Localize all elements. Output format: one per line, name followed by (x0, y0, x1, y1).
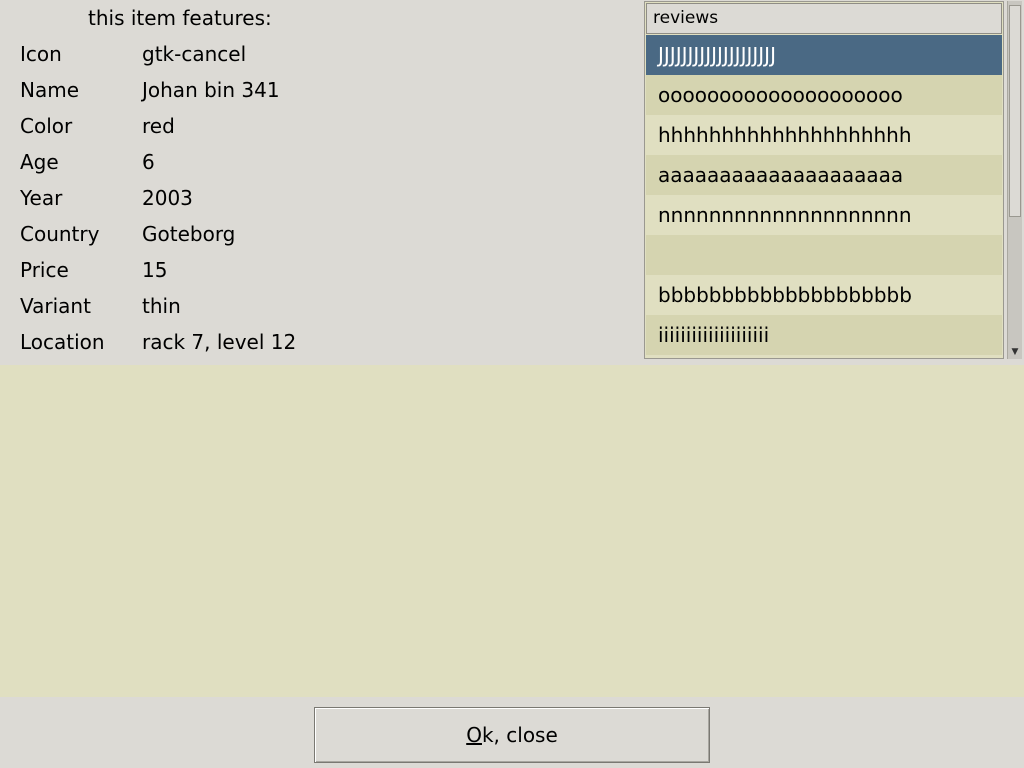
feature-value: red (142, 114, 175, 138)
review-row[interactable]: iiiiiiiiiiiiiiiiiiii (646, 315, 1002, 355)
review-row[interactable]: aaaaaaaaaaaaaaaaaaaa (646, 155, 1002, 195)
feature-value: thin (142, 294, 181, 318)
feature-key: Variant (20, 294, 91, 318)
feature-value: gtk-cancel (142, 42, 247, 66)
review-row[interactable]: oooooooooooooooooooo (646, 75, 1002, 115)
feature-value: Goteborg (142, 222, 236, 246)
features-title: this item features: (88, 6, 272, 30)
feature-key: Year (20, 186, 63, 210)
reviews-list[interactable]: reviews JJJJJJJJJJJJJJJJJJJJ ooooooooooo… (644, 1, 1004, 359)
feature-value: 2003 (142, 186, 193, 210)
ok-button-label: k, close (481, 723, 558, 747)
feature-key: Name (20, 78, 80, 102)
review-row[interactable]: JJJJJJJJJJJJJJJJJJJJ (646, 35, 1002, 75)
feature-key: Country (20, 222, 100, 246)
review-row[interactable]: nnnnnnnnnnnnnnnnnnnn (646, 195, 1002, 235)
ok-button-mnemonic: O (466, 723, 482, 747)
feature-value: rack 7, level 12 (142, 330, 297, 354)
review-row[interactable]: hhhhhhhhhhhhhhhhhhhh (646, 115, 1002, 155)
feature-key: Location (20, 330, 105, 354)
reviews-column-header[interactable]: reviews (646, 3, 1002, 34)
feature-value: 6 (142, 150, 155, 174)
review-row[interactable] (646, 235, 1002, 275)
review-row[interactable]: bbbbbbbbbbbbbbbbbbbb (646, 275, 1002, 315)
content-area (0, 365, 1024, 697)
feature-key: Age (20, 150, 59, 174)
reviews-scrollbar[interactable]: ▼ (1007, 1, 1022, 359)
feature-key: Color (20, 114, 73, 138)
scroll-down-arrow-icon[interactable]: ▼ (1009, 346, 1021, 358)
feature-value: Johan bin 341 (142, 78, 280, 102)
feature-value: 15 (142, 258, 168, 282)
scrollbar-thumb[interactable] (1009, 5, 1021, 217)
ok-close-button[interactable]: Ok, close (314, 707, 710, 763)
feature-key: Price (20, 258, 69, 282)
feature-key: Icon (20, 42, 62, 66)
